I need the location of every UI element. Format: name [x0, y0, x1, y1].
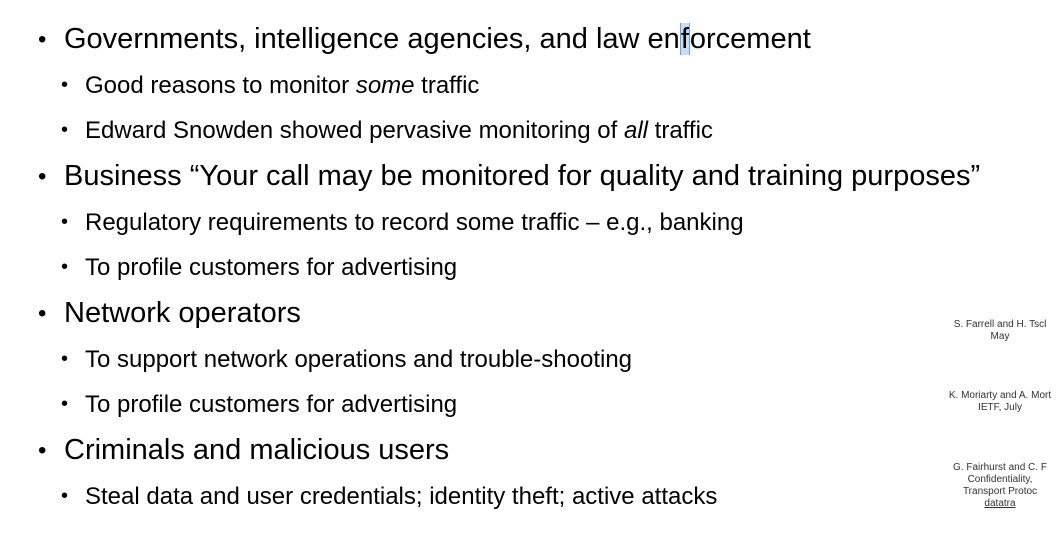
bullet-dot-icon: • — [61, 211, 69, 233]
bullet-text: orcement — [689, 23, 811, 55]
sub-bullet-snowden: • Edward Snowden showed pervasive monito… — [38, 108, 1048, 153]
bullet-list: • Governments, intelligence agencies, an… — [38, 16, 1048, 519]
reference-farrell: S. Farrell and H. Tscl May — [900, 319, 1062, 343]
bullet-text: Criminals and malicious users — [64, 434, 450, 466]
sub-bullet-text: Regulatory requirements to record some t… — [85, 209, 744, 236]
emphasis-text: some — [355, 72, 415, 99]
bullet-text: Business “Your call may be monitored for… — [64, 160, 981, 192]
bullet-text: Network operators — [64, 297, 301, 329]
bullet-dot-icon: • — [61, 348, 69, 370]
bullet-business: • Business “Your call may be monitored f… — [38, 153, 1048, 200]
bullet-dot-icon: • — [38, 26, 47, 53]
bullet-dot-icon: • — [61, 393, 69, 415]
reference-line: Confidentiality, — [967, 474, 1033, 485]
reference-line: K. Moriarty and A. Mort — [948, 390, 1052, 401]
slide: • Governments, intelligence agencies, an… — [0, 0, 1062, 551]
bullet-governments: • Governments, intelligence agencies, an… — [38, 16, 1048, 63]
sub-bullet-text: To profile customers for advertising — [85, 391, 458, 418]
reference-link[interactable]: datatra — [900, 498, 1062, 510]
sub-bullet-text: traffic — [647, 117, 713, 144]
sub-bullet-profile-customers: • To profile customers for advertising — [38, 245, 1048, 290]
sub-bullet-network-operations: • To support network operations and trou… — [38, 337, 1048, 382]
sub-bullet-text: To profile customers for advertising — [85, 254, 458, 281]
reference-moriarty: K. Moriarty and A. Mort IETF, July — [900, 390, 1062, 414]
sub-bullet-text: Good reasons to monitor — [85, 72, 356, 99]
sub-bullet-good-reasons: • Good reasons to monitor some traffic — [38, 63, 1048, 108]
sub-bullet-regulatory: • Regulatory requirements to record some… — [38, 200, 1048, 245]
reference-line: G. Fairhurst and C. F — [953, 462, 1047, 473]
sub-bullet-text: Steal data and user credentials; identit… — [85, 483, 718, 510]
bullet-dot-icon: • — [61, 119, 69, 141]
text-cursor-highlight: f — [679, 23, 690, 55]
reference-line: Transport Protoc — [962, 486, 1038, 497]
bullet-dot-icon: • — [38, 163, 47, 190]
bullet-criminals: • Criminals and malicious users — [38, 427, 1048, 474]
reference-line: S. Farrell and H. Tscl — [953, 319, 1047, 330]
sub-bullet-steal-data: • Steal data and user credentials; ident… — [38, 474, 1048, 519]
emphasis-text: all — [623, 117, 648, 144]
bullet-network-operators: • Network operators — [38, 290, 1048, 337]
sub-bullet-text: To support network operations and troubl… — [85, 346, 633, 373]
bullet-text: Governments, intelligence agencies, and … — [64, 23, 680, 55]
sub-bullet-text: traffic — [414, 72, 480, 99]
bullet-dot-icon: • — [38, 437, 47, 464]
bullet-dot-icon: • — [61, 74, 69, 96]
reference-fairhurst: G. Fairhurst and C. F Confidentiality, T… — [900, 462, 1062, 510]
bullet-dot-icon: • — [38, 300, 47, 327]
sub-bullet-text: Edward Snowden showed pervasive monitori… — [85, 117, 624, 144]
reference-line: IETF, July — [978, 402, 1022, 413]
bullet-dot-icon: • — [61, 256, 69, 278]
bullet-dot-icon: • — [61, 485, 69, 507]
reference-line: May — [990, 331, 1010, 342]
sub-bullet-profile-customers: • To profile customers for advertising — [38, 382, 1048, 427]
